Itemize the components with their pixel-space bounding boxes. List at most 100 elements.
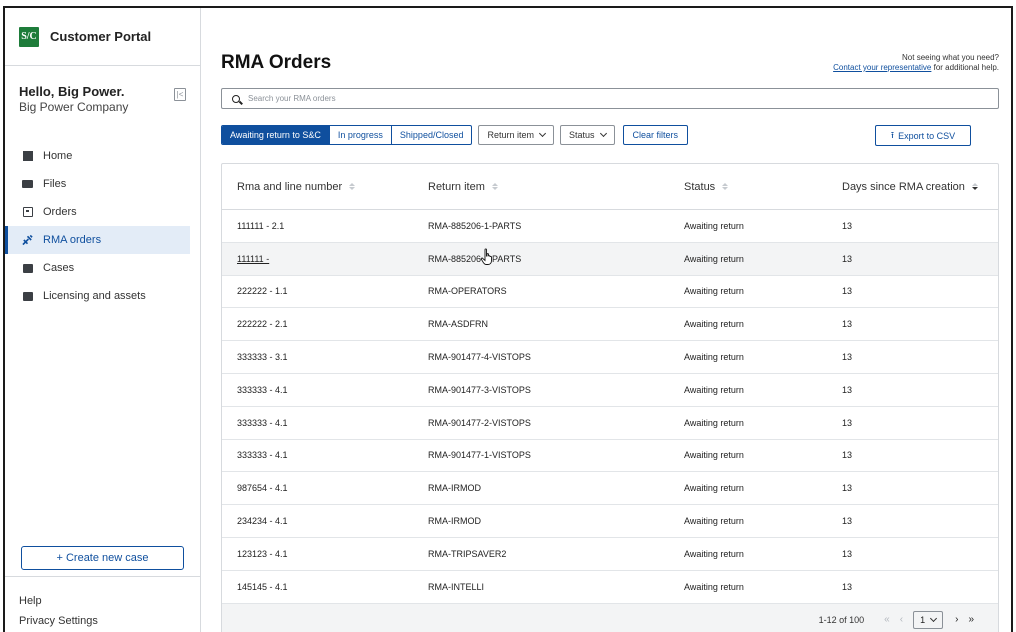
tab-in-progress[interactable]: In progress: [330, 126, 392, 144]
hand-pointer-icon: [480, 248, 492, 265]
status-cell: Awaiting return: [684, 286, 744, 297]
help-note: Not seeing what you need? Contact your r…: [833, 53, 999, 73]
sidebar-item-files[interactable]: Files: [5, 170, 200, 198]
rma-line-number[interactable]: 222222 - 1.1: [222, 286, 428, 296]
rma-line-number[interactable]: 333333 - 4.1: [222, 450, 428, 460]
table-row[interactable]: 145145 - 4.1 RMA-INTELLI Awaiting return 13: [222, 571, 998, 604]
return-item-cell: RMA-IRMOD: [428, 516, 481, 527]
tab-awaiting-return[interactable]: Awaiting return to S&C: [222, 126, 330, 144]
sort-icon: [491, 182, 498, 191]
user-greeting: Hello, Big Power. Big Power Company |<: [5, 66, 200, 132]
privacy-settings-link[interactable]: Privacy Settings: [19, 615, 200, 627]
rma-line-number[interactable]: 234234 - 4.1: [222, 516, 428, 526]
return-item-label: Return item: [487, 130, 534, 140]
status-label: Status: [569, 130, 595, 140]
column-return-item[interactable]: Return item: [428, 181, 684, 193]
sidebar-nav: Home Files Orders RMA orders Cases Licen…: [5, 132, 200, 310]
return-item-dropdown[interactable]: Return item: [478, 125, 554, 145]
days-cell: 13: [842, 581, 853, 592]
sidebar-item-home[interactable]: Home: [5, 142, 200, 170]
sidebar-item-orders[interactable]: Orders: [5, 198, 200, 226]
return-item-cell: RMA-901477-3-VISTOPS: [428, 384, 531, 395]
orders-icon: [22, 207, 33, 218]
app-window: S/C Customer Portal Hello, Big Power. Bi…: [3, 6, 1013, 632]
table-row[interactable]: 222222 - 2.1 RMA-ASDFRN Awaiting return 13: [222, 308, 998, 342]
table-row[interactable]: 333333 - 3.1 RMA-901477-4-VISTOPS Awaiting…: [222, 341, 998, 374]
column-status[interactable]: Status: [684, 181, 842, 193]
help-link[interactable]: Help: [19, 595, 200, 607]
status-cell: Awaiting return: [684, 384, 744, 395]
return-item-cell: RMA-901477-2-VISTOPS: [428, 417, 531, 428]
company-name: Big Power Company: [19, 100, 129, 114]
table-row[interactable]: 123123 - 4.1 RMA-TRIPSAVER2 Awaiting retur…: [222, 538, 998, 571]
rma-table: Rma and line number Return item Status D…: [221, 163, 999, 632]
sidebar-item-cases[interactable]: Cases: [5, 254, 200, 282]
sort-descending-icon: [971, 182, 978, 191]
return-item-cell: RMA-901477-4-VISTOPS: [428, 352, 531, 363]
rma-line-number[interactable]: 111111 - 2.1: [222, 221, 428, 231]
rma-line-number[interactable]: 333333 - 4.1: [222, 418, 428, 428]
license-icon: [22, 291, 33, 302]
status-dropdown[interactable]: Status: [560, 125, 615, 145]
table-row[interactable]: 333333 - 4.1 RMA-901477-2-VISTOPS Awaiting…: [222, 407, 998, 440]
last-page-icon[interactable]: »: [968, 614, 974, 625]
search-input[interactable]: [248, 94, 548, 103]
days-cell: 13: [842, 417, 853, 428]
help-question: Not seeing what you need?: [902, 53, 999, 62]
search-icon: [232, 94, 240, 103]
clear-filters-button[interactable]: Clear filters: [622, 125, 689, 145]
greeting-hello: Hello, Big Power.: [19, 84, 125, 99]
rma-line-number[interactable]: 111111 -: [222, 254, 428, 264]
rma-line-number[interactable]: 987654 - 4.1: [222, 483, 428, 493]
create-new-case-button[interactable]: + Create new case: [21, 546, 184, 570]
table-row[interactable]: 333333 - 4.1 RMA-901477-3-VISTOPS Awaiting…: [222, 374, 998, 407]
rma-line-number[interactable]: 222222 - 2.1: [222, 319, 428, 329]
status-cell: Awaiting return: [684, 581, 744, 592]
contact-representative-link[interactable]: Contact your representative: [833, 63, 931, 72]
export-csv-button[interactable]: ⭱ Export to CSV: [875, 125, 971, 146]
company-logo[interactable]: S/C: [19, 26, 39, 47]
column-label: Return item: [428, 180, 485, 193]
search-bar[interactable]: [221, 88, 999, 109]
rma-line-number[interactable]: 333333 - 3.1: [222, 352, 428, 362]
rma-line-number[interactable]: 123123 - 4.1: [222, 549, 428, 559]
rma-line-number[interactable]: 145145 - 4.1: [222, 582, 428, 592]
days-cell: 13: [842, 516, 853, 527]
table-row[interactable]: 987654 - 4.1 RMA-IRMOD Awaiting return 13: [222, 472, 998, 506]
table-row[interactable]: 111111 - RMA-885206-2-PARTS Awaiting retur…: [222, 242, 998, 276]
sidebar-item-label: Cases: [43, 262, 75, 274]
page-number: 1: [920, 614, 926, 625]
table-row[interactable]: 222222 - 1.1 RMA-OPERATORS Awaiting return…: [222, 276, 998, 309]
sidebar-item-licensing[interactable]: Licensing and assets: [5, 282, 200, 310]
briefcase-icon: [22, 263, 33, 274]
return-item-cell: RMA-IRMOD: [428, 483, 481, 494]
tab-shipped-closed[interactable]: Shipped/Closed: [392, 126, 472, 144]
export-label: Export to CSV: [898, 130, 956, 141]
status-cell: Awaiting return: [684, 516, 744, 527]
sidebar-item-label: Orders: [43, 206, 77, 218]
sidebar-footer: Help Privacy Settings: [5, 576, 200, 632]
column-rma-line[interactable]: Rma and line number: [222, 181, 428, 193]
column-label: Rma and line number: [237, 180, 343, 193]
sidebar-item-rma-orders[interactable]: RMA orders: [5, 226, 190, 254]
collapse-sidebar-icon[interactable]: |<: [174, 88, 186, 101]
table-row[interactable]: 333333 - 4.1 RMA-901477-1-VISTOPS Awaiting…: [222, 440, 998, 473]
page-select[interactable]: 1: [913, 610, 944, 629]
return-item-cell: RMA-INTELLI: [428, 581, 485, 592]
rma-line-number[interactable]: 333333 - 4.1: [222, 385, 428, 395]
return-item-cell: RMA-901477-1-VISTOPS: [428, 450, 531, 461]
page-title: RMA Orders: [221, 52, 332, 73]
days-cell: 13: [842, 253, 853, 264]
prev-page-icon[interactable]: ‹: [900, 614, 903, 625]
sidebar-item-label: Home: [43, 150, 73, 162]
status-cell: Awaiting return: [684, 450, 744, 461]
column-days-since-creation[interactable]: Days since RMA creation: [842, 181, 998, 193]
first-page-icon[interactable]: «: [884, 614, 890, 625]
table-body: 111111 - 2.1 RMA-885206-1-PARTS Awaiting r…: [222, 210, 998, 604]
table-row[interactable]: 234234 - 4.1 RMA-IRMOD Awaiting return 13: [222, 505, 998, 538]
chevron-down-icon: [930, 614, 938, 622]
table-row[interactable]: 111111 - 2.1 RMA-885206-1-PARTS Awaiting r…: [222, 210, 998, 243]
next-page-icon[interactable]: ›: [955, 614, 958, 625]
pagination-bar: 1-12 of 100 « ‹ 1 › »: [222, 603, 998, 632]
days-cell: 13: [842, 319, 853, 330]
